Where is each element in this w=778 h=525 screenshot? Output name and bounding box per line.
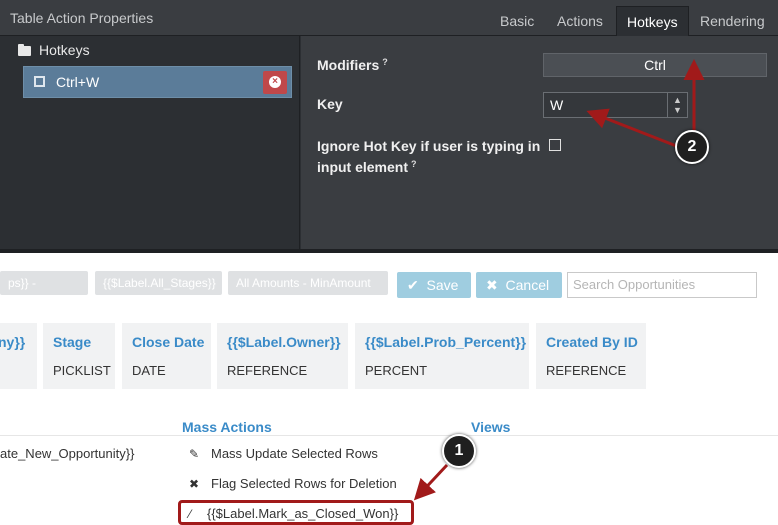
key-select-value: W bbox=[550, 97, 564, 113]
cube-icon bbox=[34, 76, 45, 87]
key-label: Key bbox=[317, 96, 343, 112]
remove-circle-icon: ✖ bbox=[188, 477, 200, 491]
annotation-badge-2: 2 bbox=[675, 130, 709, 164]
field-column[interactable]: {{$Label.Prob_Percent}} PERCENT bbox=[355, 323, 529, 389]
mass-actions-heading: Mass Actions bbox=[182, 419, 272, 435]
field-column-type: REFERENCE bbox=[546, 363, 627, 378]
tab-actions[interactable]: Actions bbox=[547, 6, 613, 36]
row-action-item[interactable]: ate_New_Opportunity}} bbox=[0, 446, 134, 461]
folder-icon bbox=[18, 44, 31, 56]
remove-icon: × bbox=[269, 76, 281, 88]
annotation-badge-1: 1 bbox=[442, 434, 476, 468]
help-icon: ? bbox=[382, 57, 388, 67]
filter-chip-owner[interactable]: ps}} - OwnerId bbox=[0, 271, 88, 314]
field-column[interactable]: Created By ID REFERENCE bbox=[536, 323, 646, 389]
hotkey-item-ctrl-w[interactable]: Ctrl+W × bbox=[23, 66, 292, 98]
hotkeys-tree: Hotkeys Ctrl+W × bbox=[0, 36, 300, 250]
field-column[interactable]: ny}} bbox=[0, 323, 37, 389]
search-input[interactable]: Search Opportunities bbox=[567, 272, 757, 298]
tab-basic[interactable]: Basic bbox=[490, 6, 544, 36]
delete-hotkey-button[interactable]: × bbox=[263, 71, 287, 94]
updown-icon: ▲ ▼ bbox=[667, 93, 687, 117]
field-column[interactable]: Stage PICKLIST bbox=[43, 323, 115, 389]
tab-hotkeys[interactable]: Hotkeys bbox=[616, 6, 689, 36]
panel-header: Table Action Properties Basic Actions Ho… bbox=[0, 0, 778, 36]
tab-rendering[interactable]: Rendering bbox=[690, 6, 775, 36]
help-icon: ? bbox=[411, 159, 417, 169]
table-designer-area: ps}} - OwnerId {{$Label.All_Stages}} All… bbox=[0, 253, 778, 525]
field-column-type: PICKLIST bbox=[53, 363, 111, 378]
key-select[interactable]: W ▲ ▼ bbox=[543, 92, 688, 118]
highlight-box bbox=[178, 500, 414, 525]
ignore-hotkey-label: Ignore Hot Key if user is typing in inpu… bbox=[317, 137, 540, 176]
cancel-button[interactable]: ✖ Cancel bbox=[476, 272, 562, 298]
filter-chip-stages[interactable]: {{$Label.All_Stages}} bbox=[95, 271, 222, 295]
ignore-hotkey-label-line2: input element bbox=[317, 159, 409, 175]
cancel-label: Cancel bbox=[505, 277, 550, 293]
check-icon: ✔ bbox=[407, 277, 419, 293]
hotkeys-heading-label: Hotkeys bbox=[39, 42, 90, 58]
field-column-type: REFERENCE bbox=[227, 363, 308, 378]
mass-action-label: Flag Selected Rows for Deletion bbox=[211, 476, 397, 491]
field-column-header: {{$Label.Prob_Percent}} bbox=[365, 334, 527, 350]
modifiers-field[interactable]: Ctrl bbox=[543, 53, 767, 77]
field-column[interactable]: Close Date DATE bbox=[122, 323, 211, 389]
close-icon: ✖ bbox=[486, 277, 498, 293]
field-column-header: Close Date bbox=[132, 334, 205, 350]
ignore-hotkey-label-line1: Ignore Hot Key if user is typing in bbox=[317, 138, 541, 154]
mass-action-item[interactable]: ✖ Flag Selected Rows for Deletion bbox=[188, 476, 397, 491]
field-column-header: Stage bbox=[53, 334, 92, 350]
field-column-type: DATE bbox=[132, 363, 166, 378]
modifiers-label-text: Modifiers bbox=[317, 57, 380, 73]
modifiers-label: Modifiers? bbox=[317, 53, 390, 74]
field-column-header: ny}} bbox=[0, 334, 26, 350]
section-divider bbox=[0, 435, 778, 436]
panel-title: Table Action Properties bbox=[10, 10, 154, 26]
views-heading: Views bbox=[471, 419, 511, 435]
mass-action-label: Mass Update Selected Rows bbox=[211, 446, 378, 461]
mass-action-item[interactable]: ✎ Mass Update Selected Rows bbox=[188, 446, 378, 461]
field-column-header: Created By ID bbox=[546, 334, 638, 350]
field-column-type: PERCENT bbox=[365, 363, 428, 378]
hotkeys-tree-heading: Hotkeys bbox=[18, 42, 90, 58]
table-action-properties-panel: Table Action Properties Basic Actions Ho… bbox=[0, 0, 778, 253]
field-column-header: {{$Label.Owner}} bbox=[227, 334, 341, 350]
filter-chip-amounts[interactable]: All Amounts - MinAmount bbox=[228, 271, 388, 295]
save-label: Save bbox=[426, 277, 459, 293]
save-button[interactable]: ✔ Save bbox=[397, 272, 471, 298]
ignore-hotkey-checkbox[interactable] bbox=[549, 139, 561, 151]
hotkey-item-label: Ctrl+W bbox=[56, 74, 100, 90]
edit-icon: ✎ bbox=[188, 447, 200, 461]
field-column[interactable]: {{$Label.Owner}} REFERENCE bbox=[217, 323, 348, 389]
